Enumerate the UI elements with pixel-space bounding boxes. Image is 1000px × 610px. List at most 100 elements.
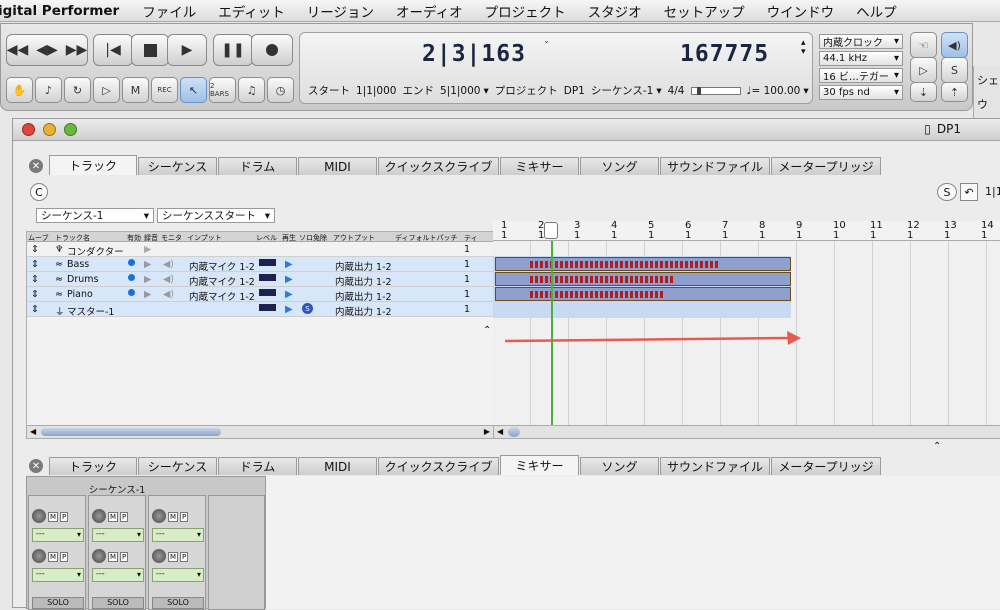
sequence-dropdown[interactable]: シーケンス-1 ▾	[591, 83, 662, 98]
playback-icon[interactable]: ▶	[285, 304, 293, 315]
menu-region[interactable]: リージョン	[296, 1, 385, 21]
tab-soundfile[interactable]: サウンドファイル	[660, 157, 770, 175]
pan-knob-icon[interactable]	[32, 509, 46, 523]
enable-dot-icon[interactable]	[128, 274, 135, 281]
monitor-icon[interactable]: ◀)	[163, 274, 174, 285]
bass-clip[interactable]	[495, 257, 791, 271]
track-input[interactable]: 内蔵マイク 1-2	[189, 259, 255, 273]
up-button[interactable]: ⇡	[941, 82, 968, 102]
scroll-thumb[interactable]	[41, 428, 221, 436]
track-name[interactable]: Drums	[67, 274, 98, 285]
bars-beats-counter[interactable]: 2|3|163	[422, 41, 526, 67]
s-toggle-button[interactable]: S	[937, 183, 957, 201]
scroll-right-icon[interactable]: ▶	[484, 427, 490, 436]
send-slot[interactable]: --- ▾	[32, 568, 84, 582]
mute-button[interactable]: M	[48, 512, 59, 522]
tab-quickscribe[interactable]: クイックスクライブ	[378, 457, 499, 475]
record-arm-icon[interactable]: ▶	[144, 289, 151, 300]
tab-track[interactable]: トラック	[49, 457, 137, 475]
menu-file[interactable]: ファイル	[131, 1, 207, 21]
tool-button-2[interactable]: ♪	[35, 77, 62, 103]
piano-clip[interactable]	[495, 287, 791, 301]
track-row-master[interactable]: ⇕ ⏚ マスター-1 ▶ S 内蔵出力 1-2 1	[27, 302, 493, 318]
timeline-scrollbar[interactable]: ◀	[493, 425, 1000, 439]
track-output[interactable]: 内蔵出力 1-2	[335, 274, 392, 288]
mute-button[interactable]: M	[108, 512, 119, 522]
fps-select[interactable]: 30 fps nd ▾	[819, 85, 903, 100]
clock-button[interactable]: ◷	[267, 77, 294, 103]
zoom-window-icon[interactable]	[64, 123, 77, 136]
sequence-select[interactable]: シーケンス-1 ▾	[36, 208, 154, 223]
track-output[interactable]: 内蔵出力 1-2	[335, 304, 392, 318]
counter-chevron-icon[interactable]: ˇ	[544, 41, 549, 52]
start-value[interactable]: 1|1|000	[356, 85, 396, 97]
track-name[interactable]: コンダクター	[67, 244, 124, 258]
down-button[interactable]: ⇣	[910, 82, 937, 102]
stop-button[interactable]	[131, 34, 169, 66]
insert-slot[interactable]: --- ▾	[152, 528, 204, 542]
track-output[interactable]: 内蔵出力 1-2	[335, 289, 392, 303]
tab-quickscribe[interactable]: クイックスクライブ	[378, 157, 499, 175]
c-button[interactable]: C	[30, 183, 48, 201]
solo-safe-icon[interactable]: S	[302, 303, 313, 314]
tab-midi[interactable]: MIDI	[298, 157, 377, 175]
pre-button[interactable]: P	[60, 512, 69, 522]
insert-slot[interactable]: --- ▾	[92, 528, 144, 542]
send-mute-button[interactable]: M	[108, 552, 119, 562]
move-handle-icon[interactable]: ⇕	[31, 304, 39, 315]
minimize-window-icon[interactable]	[43, 123, 56, 136]
menu-setup[interactable]: セットアップ	[653, 1, 756, 21]
track-row-bass[interactable]: ⇕ ≈ Bass ▶ ◀) 内蔵マイク 1-2 ▶ 内蔵出力 1-2 1	[27, 257, 493, 273]
tab-drum[interactable]: ドラム	[218, 157, 297, 175]
send-knob-icon[interactable]	[152, 549, 166, 563]
pane-divider-caret-icon[interactable]: ⌃	[933, 441, 941, 452]
pre-button[interactable]: P	[120, 512, 129, 522]
tab-meterbridge[interactable]: メータープリッジ	[771, 157, 881, 175]
tab-sequence[interactable]: シーケンス	[138, 457, 217, 475]
playhead-handle[interactable]	[544, 222, 558, 239]
project-value[interactable]: DP1	[564, 85, 585, 97]
counter-stepper-icon[interactable]: ▴ ▾	[801, 39, 806, 57]
menu-studio[interactable]: スタジオ	[577, 1, 653, 21]
send-mute-button[interactable]: M	[168, 552, 179, 562]
send-knob-icon[interactable]	[32, 549, 46, 563]
samples-counter[interactable]: 167775	[680, 41, 769, 67]
move-handle-icon[interactable]: ⇕	[31, 274, 39, 285]
close-window-icon[interactable]	[22, 123, 35, 136]
close-tab-icon[interactable]: ✕	[29, 159, 43, 173]
tool-button-9[interactable]: ♫	[238, 77, 265, 103]
tab-mixer[interactable]: ミキサー	[500, 455, 579, 475]
tracklist-scrollbar[interactable]: ◀ ▶	[26, 425, 494, 439]
close-tab-icon[interactable]: ✕	[29, 459, 43, 473]
to-start-button[interactable]: |◀	[93, 34, 133, 66]
pre-button[interactable]: P	[180, 512, 189, 522]
meter-value[interactable]: 4/4	[668, 85, 685, 97]
track-name[interactable]: マスター-1	[67, 304, 114, 318]
send-pre-button[interactable]: P	[120, 552, 129, 562]
rewind-icon[interactable]: ◀◀	[7, 42, 29, 58]
tempo-slider[interactable]	[690, 86, 741, 95]
pan-knob-icon[interactable]	[92, 509, 106, 523]
tool-button-4[interactable]: ▷	[93, 77, 120, 103]
send-pre-button[interactable]: P	[60, 552, 69, 562]
bit-depth-select[interactable]: 16 ビ…テガー ▾	[819, 68, 903, 83]
track-input[interactable]: 内蔵マイク 1-2	[189, 274, 255, 288]
undo-icon[interactable]: ↶	[960, 183, 978, 201]
enable-dot-icon[interactable]	[128, 259, 135, 266]
cursor-button[interactable]: ↖	[180, 77, 207, 103]
tab-drum[interactable]: ドラム	[218, 457, 297, 475]
menu-project[interactable]: プロジェクト	[474, 1, 577, 21]
record-arm-icon[interactable]: ▶	[144, 274, 151, 285]
s-button[interactable]: S	[941, 57, 968, 83]
menu-edit[interactable]: エディット	[207, 1, 296, 21]
fast-forward-icon[interactable]: ▶▶	[66, 42, 88, 58]
scroll-left-icon[interactable]: ◀	[497, 427, 503, 436]
track-row-conductor[interactable]: ⇕ ♆ コンダクター ▶ 1	[27, 242, 493, 258]
tool-button-5[interactable]: M	[122, 77, 149, 103]
sample-rate-select[interactable]: 44.1 kHz ▾	[819, 51, 903, 66]
enable-dot-icon[interactable]	[128, 289, 135, 296]
track-lanes[interactable]	[493, 241, 1000, 427]
tab-mixer[interactable]: ミキサー	[500, 157, 579, 175]
bars-button[interactable]: 2 BARS	[209, 77, 236, 103]
sequence-start-select[interactable]: シーケンススタート ▾	[157, 208, 275, 223]
